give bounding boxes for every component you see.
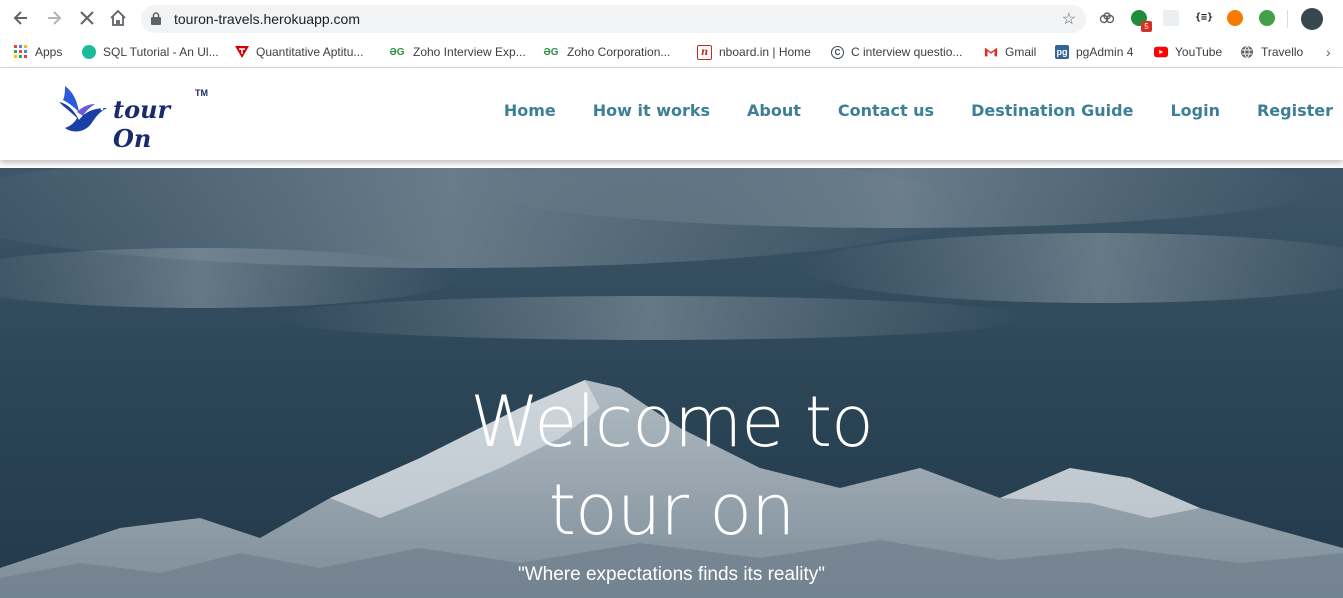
toolbar-divider — [1287, 10, 1288, 28]
logo-wordmark: tour On — [113, 95, 171, 153]
browser-toolbar: touron-travels.herokuapp.com ☆ 5 {≡} — [0, 0, 1343, 37]
nboard-icon: n — [697, 44, 712, 60]
home-icon[interactable] — [107, 7, 129, 29]
hero-tagline: "Where expectations finds its reality" — [517, 564, 826, 585]
nav-how-it-works[interactable]: How it works — [593, 101, 710, 120]
nav-login[interactable]: Login — [1170, 101, 1220, 120]
site-logo[interactable]: tour On TM — [55, 80, 215, 153]
bookmark-label: Zoho Interview Exp... — [413, 45, 526, 59]
cloud-extension-icon[interactable] — [1099, 10, 1115, 26]
nav-about[interactable]: About — [747, 101, 801, 120]
lock-icon — [151, 12, 161, 25]
globe-icon — [1240, 45, 1254, 59]
bird-logo-icon — [59, 86, 107, 132]
bookmark-c-interview[interactable]: C C interview questio... — [831, 43, 962, 61]
profile-avatar[interactable] — [1301, 8, 1323, 30]
hero-title-line2: tour on — [548, 469, 796, 551]
bookmark-label: Apps — [35, 45, 63, 59]
geeksforgeeks-icon: ƏG — [389, 46, 405, 58]
bookmark-label: nboard.in | Home — [719, 45, 811, 59]
c-icon: C — [831, 45, 844, 59]
bookmark-travello[interactable]: Travello — [1240, 43, 1303, 61]
geeksforgeeks-icon: ƏG — [543, 46, 559, 58]
green-extension-icon[interactable] — [1259, 10, 1275, 26]
back-arrow-icon[interactable] — [10, 7, 32, 29]
orange-extension-icon[interactable] — [1227, 10, 1243, 26]
extension-badge: 5 — [1141, 21, 1152, 32]
bookmark-nboard[interactable]: n nboard.in | Home — [697, 43, 811, 61]
gmail-icon — [984, 45, 998, 59]
bookmark-label: Quantitative Aptitu... — [256, 45, 364, 59]
bookmark-sql-tutorial[interactable]: SQL Tutorial - An Ul... — [82, 43, 219, 61]
site-header: tour On TM Home How it works About Conta… — [0, 68, 1343, 160]
bookmark-star-icon[interactable]: ☆ — [1062, 9, 1076, 29]
bookmark-label: pgAdmin 4 — [1076, 45, 1134, 59]
nav-contact-us[interactable]: Contact us — [838, 101, 934, 120]
bookmark-label: SQL Tutorial - An Ul... — [103, 45, 219, 59]
bookmark-pgadmin[interactable]: pg pgAdmin 4 — [1055, 43, 1133, 61]
bookmark-quantitative-aptitude[interactable]: Quantitative Aptitu... — [235, 43, 363, 61]
bookmark-label: Zoho Corporation... — [567, 45, 671, 59]
bookmark-youtube[interactable]: YouTube — [1154, 43, 1222, 61]
stop-loading-icon[interactable] — [76, 7, 98, 29]
sql-icon — [82, 45, 96, 59]
bookmark-gmail[interactable]: Gmail — [984, 43, 1036, 61]
address-bar[interactable]: touron-travels.herokuapp.com ☆ — [141, 5, 1086, 33]
bookmark-label: C interview questio... — [851, 45, 963, 59]
bookmark-apps[interactable]: Apps — [14, 43, 62, 61]
youtube-icon — [1154, 45, 1168, 59]
blank-extension-icon[interactable] — [1163, 10, 1179, 26]
forward-arrow-icon[interactable] — [43, 7, 65, 29]
bookmark-label: Gmail — [1005, 45, 1037, 59]
hero-section: Welcome to tour on "Where expectations f… — [0, 168, 1343, 598]
json-formatter-icon[interactable]: {≡} — [1195, 10, 1213, 26]
nav-register[interactable]: Register — [1257, 101, 1333, 120]
bookmarks-bar: Apps SQL Tutorial - An Ul... Quantitativ… — [0, 37, 1343, 68]
indiabix-icon — [235, 45, 249, 59]
apps-grid-icon — [14, 45, 28, 59]
trademark-mark: TM — [195, 88, 208, 98]
nav-home[interactable]: Home — [504, 101, 556, 120]
url-text: touron-travels.herokuapp.com — [174, 11, 360, 27]
nav-destination-guide[interactable]: Destination Guide — [971, 101, 1133, 120]
bookmark-label: YouTube — [1175, 45, 1223, 59]
more-bookmarks-chevron-icon[interactable]: › — [1326, 43, 1331, 61]
bookmark-zoho-corporation[interactable]: ƏG Zoho Corporation... — [542, 43, 670, 61]
main-nav: Home How it works About Contact us Desti… — [467, 101, 1333, 120]
hero-title-line1: Welcome to — [470, 381, 874, 463]
bookmark-label: Travello — [1261, 45, 1304, 59]
bookmark-zoho-interview[interactable]: ƏG Zoho Interview Exp... — [388, 43, 526, 61]
pgadmin-icon: pg — [1055, 45, 1069, 59]
